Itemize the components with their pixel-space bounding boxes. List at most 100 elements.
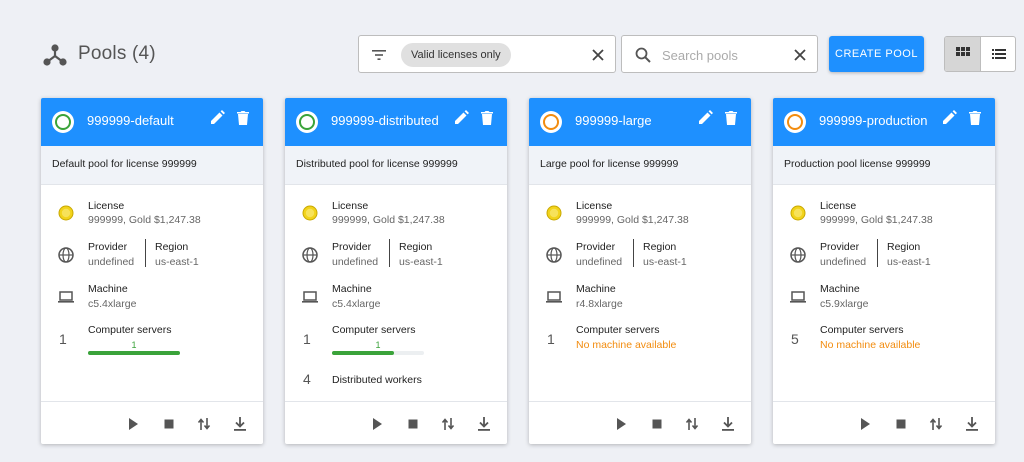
status-indicator — [540, 111, 562, 133]
scale-icon[interactable] — [196, 416, 212, 432]
license-coin-icon — [58, 205, 74, 221]
scale-icon[interactable] — [928, 416, 944, 432]
servers-status: 1 — [375, 340, 381, 350]
search-input[interactable] — [662, 44, 782, 66]
provider-value: undefined — [820, 256, 867, 268]
search-pools[interactable] — [621, 35, 818, 73]
license-value: 999999, Gold $1,247.38 — [820, 214, 933, 226]
servers-label: Computer servers — [820, 324, 904, 336]
servers-progress-fill — [332, 351, 394, 355]
delete-icon[interactable] — [234, 109, 252, 127]
servers-label: Computer servers — [88, 324, 172, 336]
grid-view-button[interactable] — [945, 37, 981, 71]
pool-card: 999999-large Large pool for license 9999… — [529, 98, 751, 444]
stop-icon[interactable] — [893, 416, 909, 432]
provider-label: Provider — [332, 241, 372, 253]
stop-icon[interactable] — [161, 416, 177, 432]
play-icon[interactable] — [857, 416, 873, 432]
create-pool-button[interactable]: CREATE POOL — [829, 36, 924, 72]
filter-icon[interactable] — [371, 47, 387, 63]
play-icon[interactable] — [613, 416, 629, 432]
download-icon[interactable] — [964, 416, 980, 432]
download-icon[interactable] — [476, 416, 492, 432]
pool-card-header: 999999-production — [773, 98, 995, 146]
servers-label: Computer servers — [576, 324, 660, 336]
pool-description-text: Distributed pool for license 999999 — [296, 158, 458, 170]
delete-icon[interactable] — [478, 109, 496, 127]
clear-search-icon[interactable] — [791, 46, 809, 64]
status-indicator — [784, 111, 806, 133]
license-label: License — [332, 200, 369, 212]
pool-card: 999999-default Default pool for license … — [41, 98, 263, 444]
pools-icon — [43, 44, 67, 66]
globe-icon — [546, 247, 562, 263]
stop-icon[interactable] — [405, 416, 421, 432]
edit-icon[interactable] — [208, 109, 226, 127]
servers-count: 1 — [59, 331, 67, 347]
license-filter[interactable]: Valid licenses only — [358, 35, 616, 73]
pool-name: 999999-large — [575, 113, 652, 128]
servers-status: 1 — [131, 340, 137, 350]
machine-label: Machine — [820, 283, 860, 295]
globe-icon — [302, 247, 318, 263]
divider — [633, 239, 634, 267]
machine-value: r4.8xlarge — [576, 298, 623, 310]
workers-count: 4 — [303, 371, 311, 387]
region-value: us-east-1 — [155, 256, 199, 268]
provider-label: Provider — [88, 241, 128, 253]
view-toggle — [944, 36, 1016, 72]
license-value: 999999, Gold $1,247.38 — [332, 214, 445, 226]
play-icon[interactable] — [125, 416, 141, 432]
clear-filter-icon[interactable] — [589, 46, 607, 64]
region-label: Region — [399, 241, 433, 253]
pool-actions — [773, 401, 995, 444]
search-icon — [635, 47, 651, 63]
pool-description: Production pool license 999999 — [773, 146, 995, 185]
region-value: us-east-1 — [887, 256, 931, 268]
pool-description-text: Default pool for license 999999 — [52, 158, 197, 170]
delete-icon[interactable] — [722, 109, 740, 127]
pool-description: Large pool for license 999999 — [529, 146, 751, 185]
machine-label: Machine — [576, 283, 616, 295]
grid-icon — [956, 47, 970, 56]
license-label: License — [820, 200, 857, 212]
list-view-button[interactable] — [981, 37, 1015, 71]
region-label: Region — [887, 241, 921, 253]
region-label: Region — [643, 241, 677, 253]
pool-name: 999999-default — [87, 113, 174, 128]
page-header: Pools (4) Valid licenses only CREATE POO… — [0, 0, 1024, 98]
edit-icon[interactable] — [940, 109, 958, 127]
globe-icon — [58, 247, 74, 263]
stop-icon[interactable] — [649, 416, 665, 432]
delete-icon[interactable] — [966, 109, 984, 127]
license-value: 999999, Gold $1,247.38 — [88, 214, 201, 226]
pool-name: 999999-distributed — [331, 113, 439, 128]
divider — [877, 239, 878, 267]
filter-chip-valid-licenses[interactable]: Valid licenses only — [401, 43, 511, 67]
machine-value: c5.4xlarge — [332, 298, 381, 310]
edit-icon[interactable] — [696, 109, 714, 127]
divider — [145, 239, 146, 267]
laptop-icon — [302, 291, 318, 303]
pool-card-header: 999999-large — [529, 98, 751, 146]
download-icon[interactable] — [232, 416, 248, 432]
pool-actions — [285, 401, 507, 444]
laptop-icon — [790, 291, 806, 303]
license-label: License — [576, 200, 613, 212]
scale-icon[interactable] — [440, 416, 456, 432]
page-title: Pools (4) — [78, 43, 156, 64]
list-icon — [992, 49, 1006, 59]
license-coin-icon — [790, 205, 806, 221]
download-icon[interactable] — [720, 416, 736, 432]
scale-icon[interactable] — [684, 416, 700, 432]
provider-value: undefined — [88, 256, 135, 268]
play-icon[interactable] — [369, 416, 385, 432]
machine-label: Machine — [88, 283, 128, 295]
machine-label: Machine — [332, 283, 372, 295]
pool-actions — [529, 401, 751, 444]
license-value: 999999, Gold $1,247.38 — [576, 214, 689, 226]
machine-value: c5.9xlarge — [820, 298, 869, 310]
servers-count: 1 — [303, 331, 311, 347]
edit-icon[interactable] — [452, 109, 470, 127]
region-value: us-east-1 — [399, 256, 443, 268]
